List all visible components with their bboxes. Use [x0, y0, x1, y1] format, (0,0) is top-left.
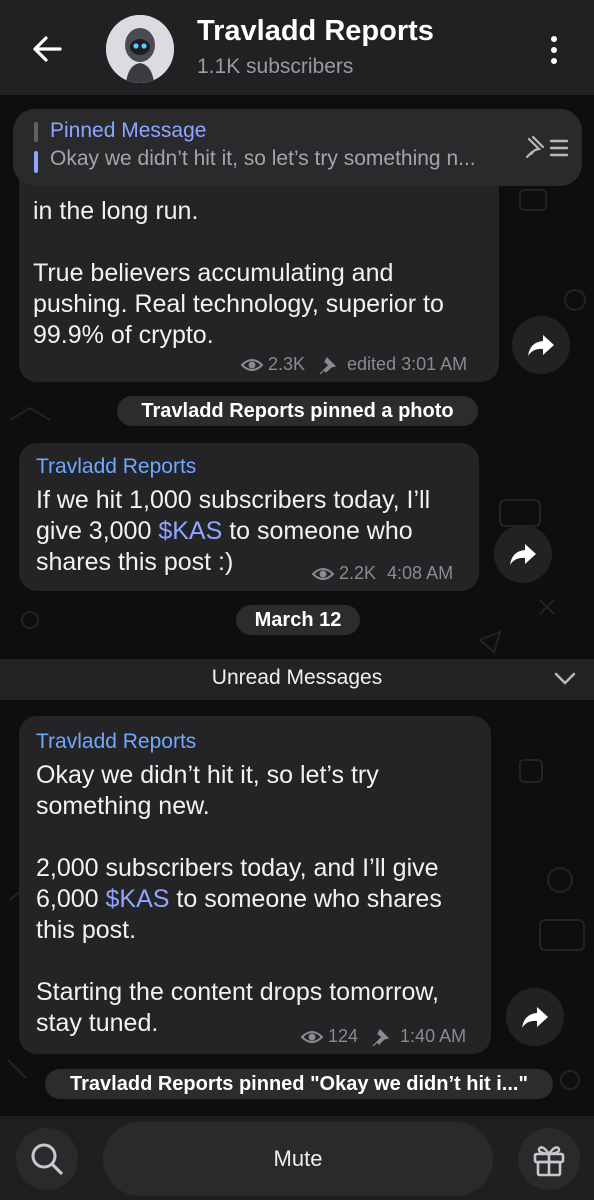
pinned-list-icon[interactable]: [523, 133, 571, 163]
search-icon: [31, 1143, 63, 1175]
view-count: 2.2K: [339, 563, 377, 583]
pin-icon: [372, 1028, 390, 1046]
pin-icon: [319, 356, 337, 374]
cashtag-link[interactable]: $KAS: [106, 885, 170, 913]
cashtag-link[interactable]: $KAS: [158, 517, 222, 545]
channel-title[interactable]: Travladd Reports: [197, 15, 434, 48]
share-arrow-icon: [510, 544, 536, 565]
views-eye-icon: [240, 358, 264, 371]
unread-messages-divider[interactable]: Unread Messages: [0, 659, 594, 700]
share-arrow-icon: [522, 1007, 548, 1028]
forward-button[interactable]: [506, 988, 564, 1046]
message-time: 4:08 AM: [387, 563, 454, 583]
service-message: Travladd Reports pinned a photo: [117, 396, 478, 426]
message-meta: 2.2K 4:08 AM: [311, 563, 453, 584]
robot-avatar-icon: [106, 15, 174, 83]
pinned-text: Okay we didn’t hit it, so let’s try some…: [50, 147, 476, 170]
pinned-title: Pinned Message: [50, 119, 207, 142]
subscriber-count: 1.1K subscribers: [197, 55, 354, 78]
unread-label: Unread Messages: [211, 666, 383, 689]
pinned-indicator-active: [34, 151, 38, 173]
message-text: Okay we didn’t hit it, so let’s try some…: [36, 761, 442, 1037]
share-arrow-icon: [528, 335, 554, 356]
gift-button[interactable]: [518, 1128, 580, 1190]
pinned-message-bar[interactable]: Pinned Message Okay we didn’t hit it, so…: [13, 109, 582, 186]
message-time: 1:40 AM: [400, 1026, 467, 1046]
search-button[interactable]: [16, 1128, 78, 1190]
back-arrow-icon[interactable]: [26, 28, 68, 70]
bottom-bar: Mute: [0, 1116, 594, 1200]
message-meta: 124 1:40 AM: [300, 1026, 466, 1047]
views-eye-icon: [311, 567, 335, 580]
message-meta: 2.3K edited 3:01 AM: [240, 354, 467, 375]
message-sender: Travladd Reports: [36, 730, 197, 753]
views-eye-icon: [300, 1030, 324, 1043]
message-sender: Travladd Reports: [36, 455, 197, 478]
pinned-indicator: [34, 122, 38, 142]
message-time: edited 3:01 AM: [347, 354, 468, 374]
more-menu-icon[interactable]: [542, 30, 566, 70]
channel-avatar[interactable]: [106, 15, 174, 83]
chevron-down-icon[interactable]: [553, 671, 577, 687]
message-text: in the long run. True believers accumula…: [33, 197, 444, 349]
forward-button[interactable]: [512, 316, 570, 374]
view-count: 2.3K: [268, 354, 306, 374]
message-bubble[interactable]: Travladd Reports Okay we didn’t hit it, …: [19, 716, 491, 1054]
mute-button[interactable]: Mute: [103, 1122, 493, 1196]
gift-icon: [533, 1146, 565, 1177]
service-message: Travladd Reports pinned "Okay we didn’t …: [45, 1069, 553, 1099]
forward-button[interactable]: [494, 525, 552, 583]
chat-header: Travladd Reports 1.1K subscribers: [0, 0, 594, 95]
date-separator: March 12: [236, 605, 360, 635]
view-count: 124: [328, 1026, 359, 1046]
